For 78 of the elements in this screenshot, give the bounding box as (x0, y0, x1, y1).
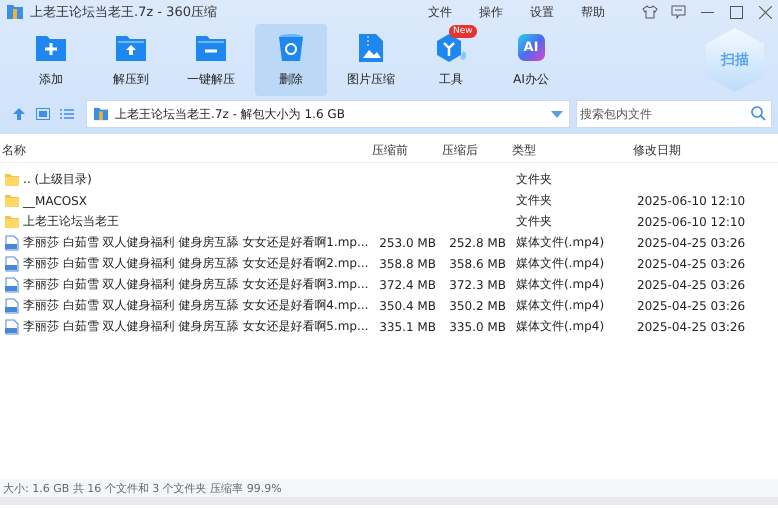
ai-logo-icon: AI (518, 34, 544, 61)
maximize-button[interactable] (728, 4, 745, 20)
table-cell: 媒体文件(.mp4) (516, 235, 604, 249)
file-name[interactable]: 李丽莎 白茹雪 双人健身福利 健身房互舔 女女还是好看啊1.mp... (23, 234, 368, 251)
toolbar-button[interactable]: New 工具 (411, 24, 491, 96)
window-title: 上老王论坛当老王.7z - 360压缩 (30, 4, 217, 21)
column-header[interactable]: 压缩前 (370, 142, 440, 158)
table-cell: 2025-04-25 03:26 (637, 256, 746, 270)
folder-icon (4, 172, 20, 186)
toolbar-button[interactable]: 一键解压 (171, 24, 251, 96)
table-cell: 335.1 MB (379, 320, 436, 334)
file-name[interactable]: .. (上级目录) (23, 171, 92, 188)
folder-plus-icon (35, 34, 67, 62)
toolbar-button[interactable]: 解压到 (91, 24, 171, 96)
table-cell: 335.0 MB (449, 320, 506, 334)
column-header[interactable]: 名称 (0, 142, 370, 158)
folder-upload-icon (115, 34, 147, 62)
column-header[interactable]: 类型 (510, 142, 631, 158)
new-badge: New (449, 24, 477, 38)
file-name[interactable]: 李丽莎 白茹雪 双人健身福利 健身房互舔 女女还是好看啊4.mp... (23, 297, 368, 314)
file-name[interactable]: 上老王论坛当老王 (23, 213, 119, 230)
table-cell: 2025-04-25 03:26 (637, 298, 746, 312)
toolbar-button[interactable]: 图片压缩 (331, 24, 411, 96)
table-cell: 253.0 MB (379, 236, 436, 250)
file-name[interactable]: 李丽莎 白茹雪 双人健身福利 健身房互舔 女女还是好看啊3.mp... (23, 276, 368, 293)
search-field[interactable]: 搜索包内文件 (576, 100, 772, 128)
recycle-bin-icon (278, 32, 304, 62)
table-cell: 媒体文件(.mp4) (516, 298, 604, 312)
table-cell: 文件夹 (516, 214, 552, 228)
video-file-icon (4, 298, 20, 314)
table-cell: 文件夹 (516, 193, 552, 207)
toolbar-button[interactable]: 删除 (255, 24, 327, 96)
toolbar-button[interactable]: 添加 (11, 24, 91, 96)
table-cell: 2025-04-25 03:26 (637, 236, 746, 250)
column-header[interactable]: 压缩后 (440, 142, 510, 158)
address-field[interactable]: 上老王论坛当老王.7z - 解包大小为 1.6 GB (86, 100, 570, 128)
search-icon[interactable] (751, 106, 766, 121)
table-cell: 350.2 MB (449, 298, 506, 312)
dropdown-caret-icon[interactable] (551, 110, 563, 118)
video-file-icon (4, 234, 20, 250)
table-cell: 媒体文件(.mp4) (516, 256, 604, 270)
image-file-icon (358, 32, 384, 62)
table-cell: 2025-06-10 12:10 (637, 214, 746, 228)
folder-icon (4, 194, 20, 208)
table-cell: 2025-04-25 03:26 (637, 320, 746, 334)
archive-icon (6, 4, 24, 20)
table-cell: 文件夹 (516, 172, 552, 186)
archive-icon (93, 107, 109, 121)
video-file-icon (4, 276, 20, 292)
file-name[interactable]: 李丽莎 白茹雪 双人健身福利 健身房互舔 女女还是好看啊2.mp... (23, 255, 368, 272)
menu-item[interactable]: 设置 (530, 4, 554, 20)
table-cell: 2025-06-10 12:10 (637, 194, 746, 208)
file-name[interactable]: 李丽莎 白茹雪 双人健身福利 健身房互舔 女女还是好看啊5.mp... (23, 318, 368, 335)
folder-icon (4, 214, 20, 228)
skin-button[interactable] (641, 4, 658, 20)
column-header[interactable]: 修改日期 (631, 142, 755, 158)
table-cell: 358.6 MB (449, 256, 506, 270)
folder-minus-icon (195, 34, 227, 62)
hexagon-y-icon (435, 32, 467, 62)
menu-item[interactable]: 帮助 (581, 4, 605, 20)
table-cell: 媒体文件(.mp4) (516, 277, 604, 291)
table-cell: 358.8 MB (379, 256, 436, 270)
video-file-icon (4, 318, 20, 334)
feedback-button[interactable] (670, 4, 687, 20)
table-cell: 372.4 MB (379, 278, 436, 292)
table-cell: 2025-04-25 03:26 (637, 278, 746, 292)
table-cell: 372.3 MB (449, 278, 506, 292)
thumbnail-view-button[interactable] (34, 105, 52, 123)
toolbar-button[interactable]: AI AI办公 (491, 24, 571, 96)
video-file-icon (4, 256, 20, 272)
status-text: 大小: 1.6 GB 共 16 个文件和 3 个文件夹 压缩率 99.9% (3, 480, 282, 496)
close-button[interactable] (757, 4, 774, 20)
menu-item[interactable]: 文件 (428, 4, 452, 20)
file-name[interactable]: __MACOSX (23, 194, 88, 208)
table-cell: 350.4 MB (379, 298, 436, 312)
menu-item[interactable]: 操作 (479, 4, 503, 20)
table-cell: 媒体文件(.mp4) (516, 319, 604, 333)
table-cell: 252.8 MB (449, 236, 506, 250)
